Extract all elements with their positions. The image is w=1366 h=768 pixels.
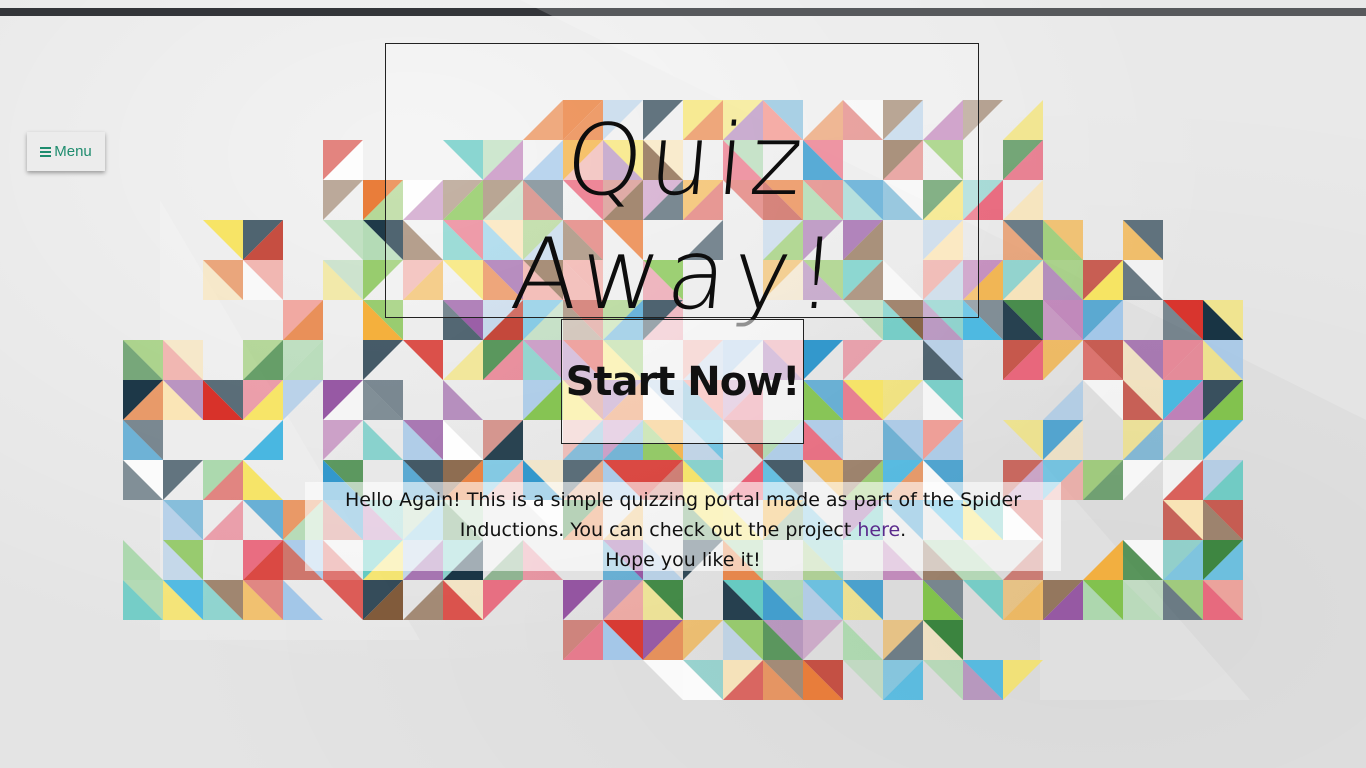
mosaic-triangle: [1003, 660, 1043, 700]
mosaic-triangle: [443, 340, 483, 380]
mosaic-triangle: [1043, 380, 1083, 420]
mosaic-triangle: [1123, 460, 1163, 500]
mosaic-triangle: [883, 380, 923, 420]
mosaic-triangle: [283, 380, 323, 420]
intro-paragraph: Hello Again! This is a simple quizzing p…: [325, 485, 1041, 545]
intro-text: Hello Again! This is a simple quizzing p…: [344, 489, 1022, 541]
intro-closing: Hope you like it!: [605, 549, 761, 571]
page-title: Quiz Away!: [506, 104, 848, 332]
mosaic-triangle: [563, 580, 603, 620]
intro-panel: Hello Again! This is a simple quizzing p…: [305, 482, 1061, 571]
intro-text-end: .: [900, 519, 907, 541]
mosaic-triangle: [843, 340, 883, 380]
mosaic-triangle: [323, 420, 363, 460]
page: Menu Quiz Away! Start Now! Hello Again! …: [0, 0, 1366, 768]
mosaic-triangle: [443, 380, 483, 420]
mosaic-triangle: [403, 340, 443, 380]
mosaic-triangle: [443, 420, 483, 460]
mosaic-triangle: [843, 660, 883, 700]
mosaic-triangle: [1003, 420, 1043, 460]
title-panel: Quiz Away!: [385, 43, 979, 332]
mosaic-triangle: [683, 620, 723, 660]
menu-button-label: Menu: [54, 143, 92, 160]
mosaic-triangle: [1043, 340, 1083, 380]
mosaic-triangle: [923, 660, 963, 700]
menu-button[interactable]: Menu: [27, 132, 105, 171]
mosaic-triangle: [323, 220, 363, 260]
mosaic-triangle: [363, 420, 403, 460]
mosaic-triangle: [1203, 420, 1243, 460]
mosaic-triangle: [803, 620, 843, 660]
start-now-button[interactable]: Start Now!: [561, 319, 804, 444]
mosaic-triangle: [363, 340, 403, 380]
mosaic-triangle: [803, 340, 843, 380]
mosaic-triangle: [843, 620, 883, 660]
hamburger-icon: [40, 146, 52, 157]
project-link[interactable]: here: [857, 519, 900, 541]
mosaic-triangle: [643, 660, 683, 700]
mosaic-triangle: [963, 580, 1003, 620]
mosaic-triangle: [1163, 420, 1203, 460]
mosaic-triangle: [323, 180, 363, 220]
mosaic-triangle: [483, 580, 523, 620]
mosaic-triangle: [123, 540, 163, 580]
mosaic-triangle: [1083, 380, 1123, 420]
mosaic-triangle: [203, 220, 243, 260]
start-now-label: Start Now!: [565, 358, 801, 405]
mosaic-triangle: [403, 580, 443, 620]
